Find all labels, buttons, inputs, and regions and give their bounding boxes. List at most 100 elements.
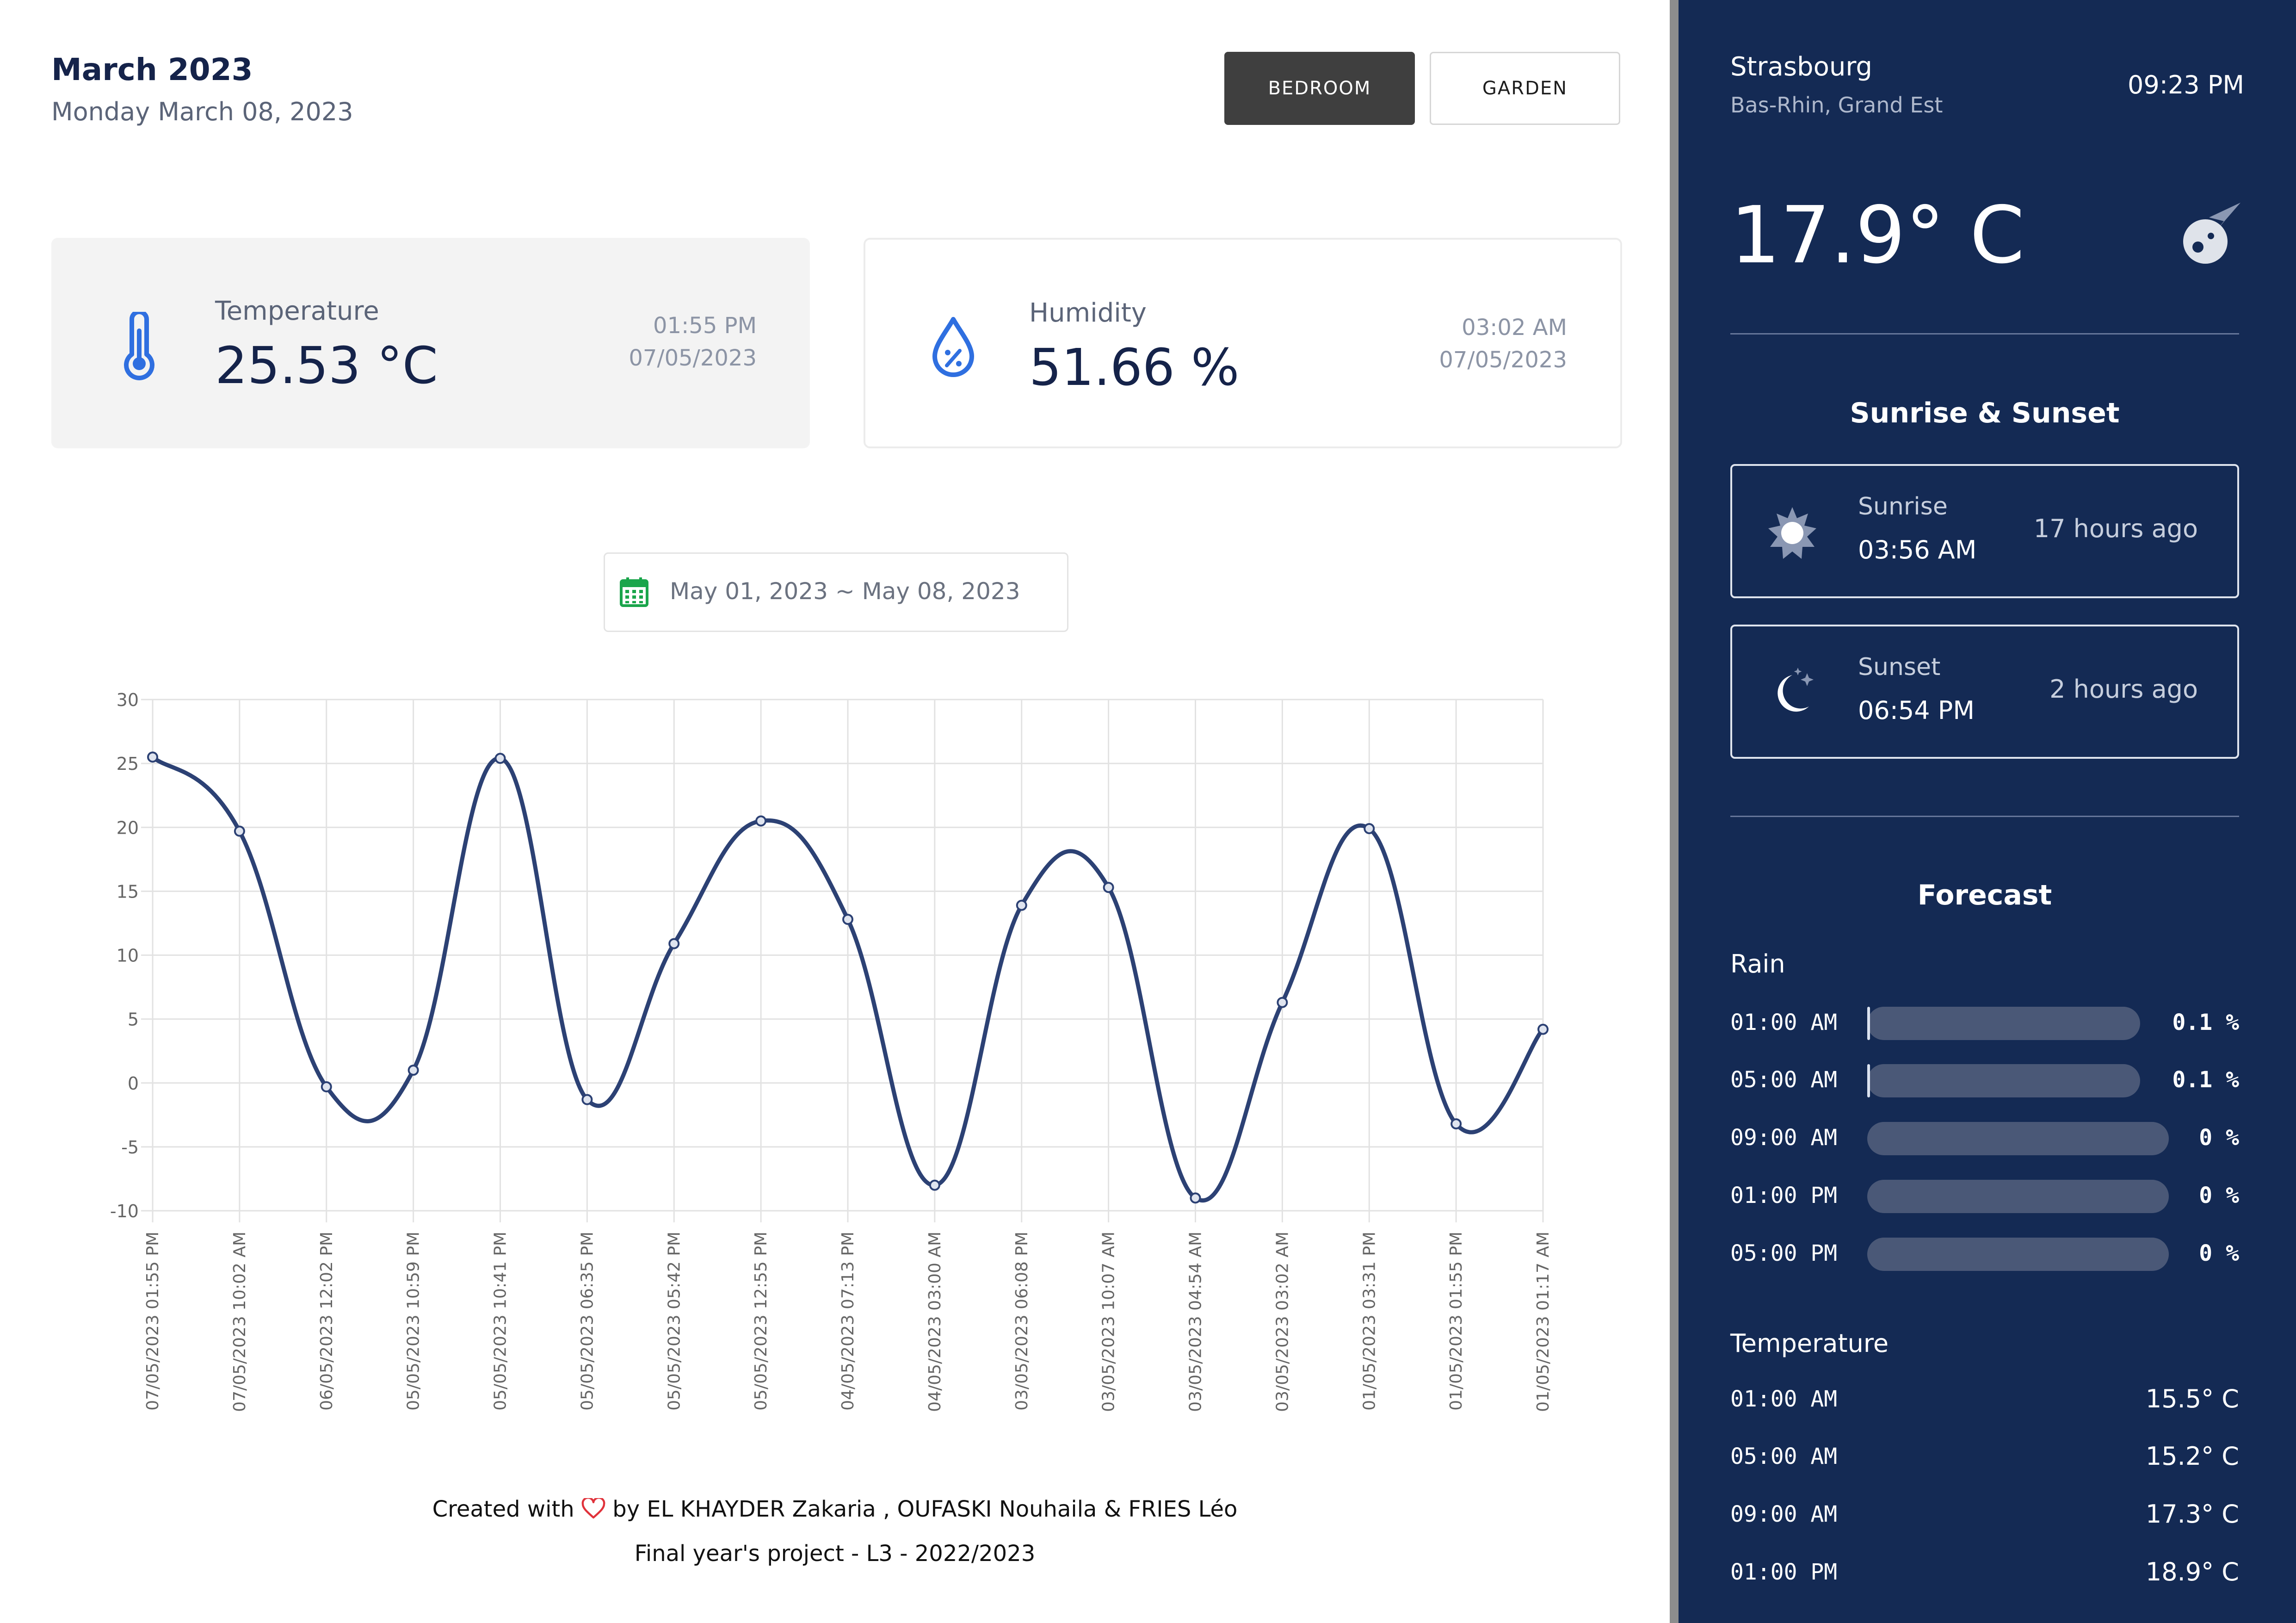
rain-progress-bar — [1867, 1122, 2169, 1155]
x-tick-label: 04/05/2023 03:00 AM — [926, 1232, 944, 1412]
y-tick-label: 0 — [128, 1073, 139, 1094]
temperature-forecast-time: 05:00 AM — [1730, 1443, 1838, 1469]
x-tick-label: 07/05/2023 10:02 AM — [230, 1232, 249, 1412]
y-tick-label: 15 — [117, 881, 139, 902]
x-tick-label: 06/05/2023 12:02 PM — [317, 1232, 336, 1411]
sun-icon — [1768, 507, 1816, 559]
x-tick-label: 03/05/2023 06:08 PM — [1012, 1232, 1031, 1411]
sidebar-divider-2 — [1730, 816, 2239, 817]
rain-forecast-value: 0.1 % — [2172, 1067, 2240, 1093]
temperature-forecast-value: 15.5° C — [2145, 1384, 2239, 1413]
data-point — [407, 1065, 419, 1076]
footer-project: Final year's project - L3 - 2022/2023 — [634, 1541, 1036, 1567]
data-point — [1450, 1118, 1462, 1130]
humidity-date: 07/05/2023 — [1439, 347, 1567, 373]
data-point — [321, 1081, 332, 1093]
rain-progress-bar — [1867, 1007, 2140, 1040]
rain-forecast-time: 01:00 AM — [1730, 1010, 1838, 1035]
x-tick-label: 03/05/2023 04:54 AM — [1186, 1232, 1205, 1412]
garden-button[interactable]: GARDEN — [1430, 52, 1620, 125]
y-tick-label: -5 — [121, 1137, 139, 1158]
x-tick-label: 01/05/2023 01:55 PM — [1447, 1232, 1466, 1411]
thermometer-icon — [124, 312, 154, 380]
rain-progress-fill — [1867, 1064, 1870, 1097]
sunset-time: 06:54 PM — [1858, 696, 1975, 725]
temperature-forecast-time: 01:00 AM — [1730, 1386, 1838, 1412]
rain-forecast-value: 0 % — [2199, 1240, 2239, 1266]
data-point — [668, 938, 680, 949]
data-point — [1277, 997, 1288, 1008]
data-point — [581, 1094, 593, 1105]
heart-icon — [581, 1497, 605, 1519]
footer-authors: by EL KHAYDER Zakaria , OUFASKI Nouhaila… — [612, 1496, 1238, 1522]
date-range-picker[interactable]: May 01, 2023 ~ May 08, 2023 — [604, 552, 1068, 632]
temperature-value: 25.53 °C — [215, 336, 438, 395]
y-tick-label: 20 — [117, 818, 139, 838]
y-tick-label: -10 — [110, 1201, 139, 1221]
meteor-icon — [2183, 203, 2240, 264]
temperature-card: Temperature 25.53 °C 01:55 PM 07/05/2023 — [51, 238, 810, 448]
rain-forecast-time: 05:00 PM — [1730, 1240, 1838, 1266]
data-point — [147, 751, 158, 763]
x-tick-label: 07/05/2023 01:55 PM — [143, 1232, 162, 1411]
sidebar-divider-1 — [1730, 333, 2239, 335]
weather-sidebar: Strasbourg Bas-Rhin, Grand Est 09:23 PM … — [1679, 0, 2296, 1623]
temperature-forecast-value: 15.2° C — [2145, 1442, 2239, 1471]
data-point — [234, 825, 245, 837]
y-tick-label: 25 — [117, 754, 139, 774]
temperature-forecast-time: 01:00 PM — [1730, 1559, 1838, 1585]
data-point — [494, 753, 506, 764]
temperature-forecast-value: 18.9° C — [2145, 1557, 2239, 1586]
forecast-heading: Forecast — [1917, 879, 2052, 911]
y-tick-label: 30 — [117, 690, 139, 710]
data-point — [929, 1179, 940, 1191]
temperature-history-chart: 30 25 20 15 10 5 0 -5 -1007/05/2023 01:55 PM 07/0… — [110, 690, 1553, 1412]
x-tick-label: 05/05/2023 06:35 PM — [578, 1232, 597, 1411]
data-point — [1016, 899, 1027, 911]
sunset-card: Sunset 06:54 PM 2 hours ago — [1730, 625, 2239, 759]
x-tick-label: 05/05/2023 05:42 PM — [665, 1232, 684, 1411]
sunrise-card: Sunrise 03:56 AM 17 hours ago — [1730, 464, 2239, 598]
panel-divider — [1670, 0, 1679, 1623]
bedroom-button[interactable]: BEDROOM — [1224, 52, 1415, 125]
temperature-forecast-heading: Temperature — [1730, 1329, 1889, 1358]
data-point — [1537, 1023, 1549, 1035]
sunrise-label: Sunrise — [1858, 493, 1948, 520]
rain-forecast-time: 05:00 AM — [1730, 1067, 1838, 1093]
x-tick-label: 05/05/2023 10:59 PM — [404, 1232, 423, 1411]
temperature-time: 01:55 PM — [653, 313, 757, 339]
moon-stars-icon — [1778, 668, 1814, 712]
rain-progress-bar — [1867, 1064, 2140, 1097]
data-point — [1103, 882, 1114, 893]
local-time: 09:23 PM — [2128, 70, 2244, 99]
humidity-drop-icon — [932, 317, 974, 377]
y-tick-label: 10 — [117, 946, 139, 966]
rain-progress-bar — [1867, 1238, 2169, 1271]
temperature-label: Temperature — [215, 296, 379, 326]
x-tick-label: 03/05/2023 03:02 AM — [1273, 1232, 1292, 1412]
temperature-date: 07/05/2023 — [629, 345, 757, 371]
rain-forecast-value: 0 % — [2199, 1125, 2239, 1151]
sunrise-relative: 17 hours ago — [2033, 514, 2198, 543]
data-point — [842, 914, 853, 925]
temperature-forecast-value: 17.3° C — [2145, 1499, 2239, 1529]
rain-progress-fill — [1867, 1007, 1870, 1040]
sunset-relative: 2 hours ago — [2049, 675, 2198, 704]
x-tick-label: 01/05/2023 01:17 AM — [1534, 1232, 1553, 1412]
rain-heading: Rain — [1730, 949, 1785, 979]
x-tick-label: 04/05/2023 07:13 PM — [839, 1232, 858, 1411]
x-tick-label: 01/05/2023 03:31 PM — [1360, 1232, 1379, 1411]
sunrise-time: 03:56 AM — [1858, 535, 1977, 564]
calendar-icon — [620, 577, 648, 607]
y-tick-label: 5 — [128, 1010, 139, 1030]
data-point — [1364, 823, 1375, 835]
rain-forecast-value: 0 % — [2199, 1183, 2239, 1208]
sunrise-sunset-heading: Sunrise & Sunset — [1850, 397, 2120, 429]
current-date: Monday March 08, 2023 — [51, 97, 353, 126]
humidity-card: Humidity 51.66 % 03:02 AM 07/05/2023 — [864, 238, 1622, 448]
x-tick-label: 05/05/2023 12:55 PM — [752, 1232, 771, 1411]
data-point — [1190, 1192, 1201, 1204]
data-point — [755, 815, 767, 827]
month-title: March 2023 — [51, 52, 253, 87]
x-tick-label: 05/05/2023 10:41 PM — [491, 1232, 510, 1411]
